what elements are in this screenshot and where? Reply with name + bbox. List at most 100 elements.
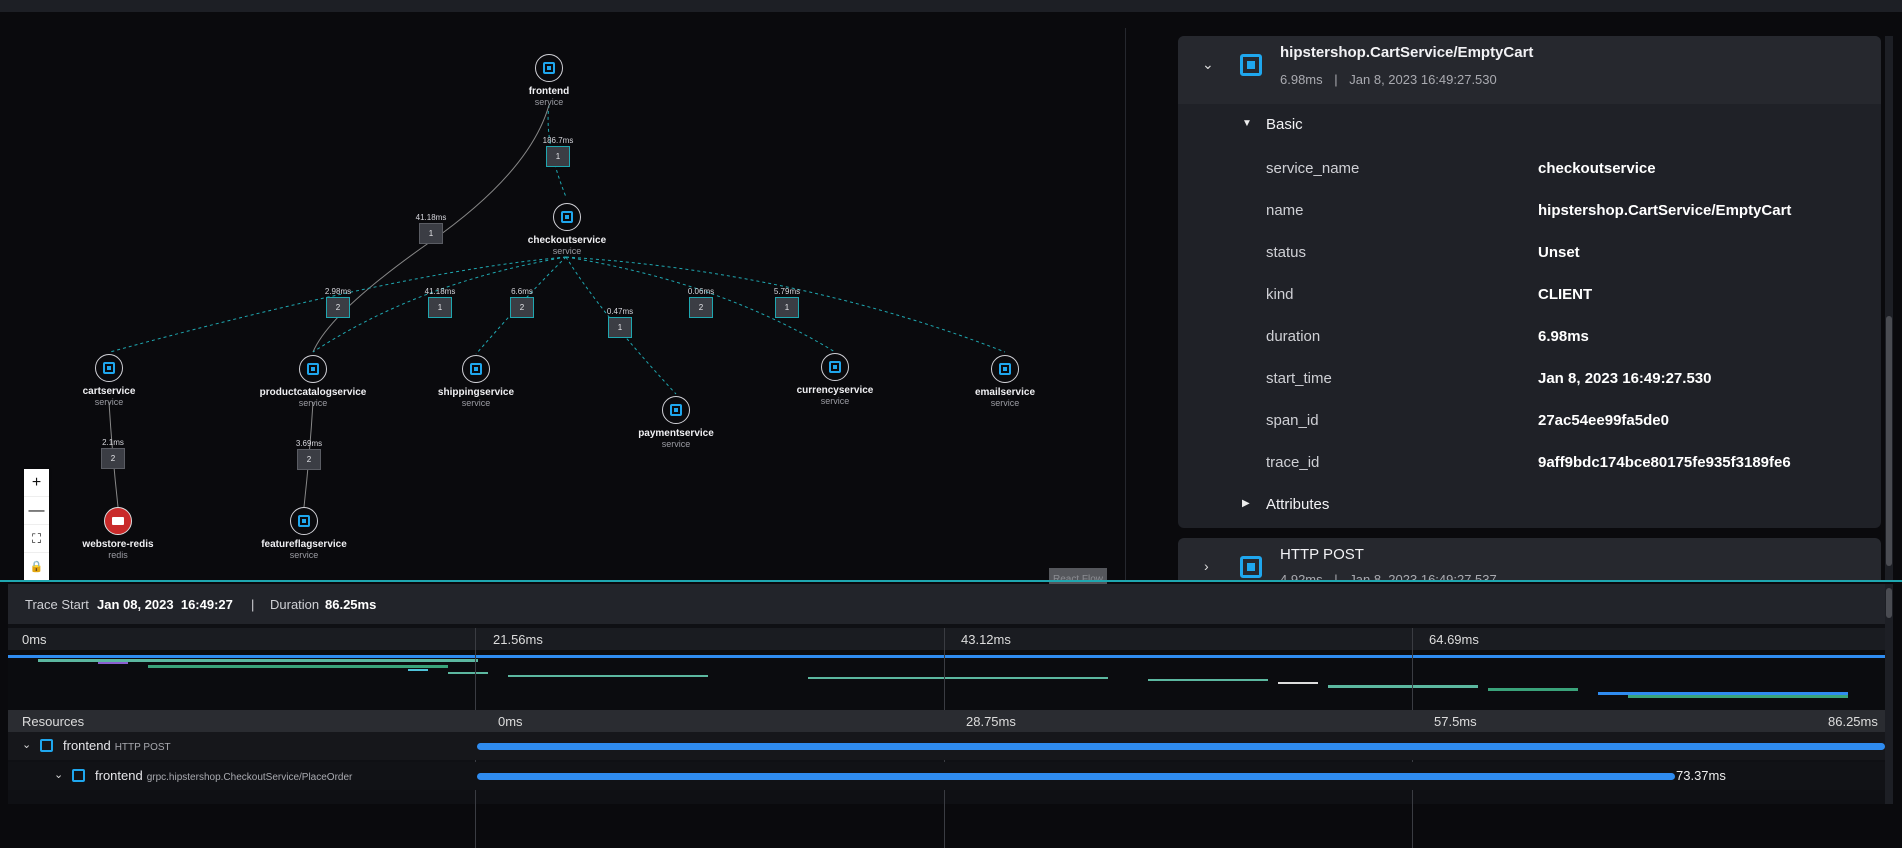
edge-label: 0.47ms [606, 307, 634, 316]
node-name: frontend [528, 86, 570, 97]
service-icon [535, 54, 563, 82]
node-name: featureflagservice [261, 539, 347, 550]
edge-label: 186.7ms [542, 136, 574, 145]
tick-label: 21.56ms [493, 632, 543, 647]
attr-value: 27ac54ee99fa5de0 [1538, 412, 1669, 429]
service-graph[interactable]: frontend service checkoutservice service… [0, 12, 1125, 590]
node-type: service [289, 550, 319, 560]
node-name: emailservice [974, 387, 1036, 398]
meta-separator: | [1334, 72, 1338, 87]
resources-header: Resources 0ms 28.75ms 57.5ms 86.25ms [8, 710, 1885, 732]
panel-scrollbar[interactable] [1885, 36, 1893, 580]
node-cartservice[interactable]: cartservice service [9, 354, 209, 407]
attr-value: Jan 8, 2023 16:49:27.530 [1538, 370, 1712, 387]
attr-value: hipstershop.CartService/EmptyCart [1538, 202, 1792, 219]
attr-row: status Unset [1178, 232, 1881, 274]
row-service: frontend [63, 738, 111, 753]
node-frontend[interactable]: frontend service [449, 54, 649, 107]
resize-handle[interactable] [0, 580, 1902, 582]
node-checkoutservice[interactable]: checkoutservice service [467, 203, 667, 256]
service-icon [462, 355, 490, 383]
attr-key: start_time [1266, 370, 1332, 387]
node-featureflagservice[interactable]: featureflagservice service [204, 507, 404, 560]
zoom-out-button[interactable]: — [24, 497, 49, 525]
tick-label: 64.69ms [1429, 632, 1479, 647]
basic-section-toggle[interactable]: ▼ Basic [1178, 104, 1881, 148]
timeline-scrollbar[interactable] [1885, 584, 1893, 804]
trace-start-value: Jan 08, 2023 16:49:27 [97, 597, 233, 612]
trace-summary: Trace Start Jan 08, 2023 16:49:27 | Dura… [8, 584, 1885, 624]
chevron-down-icon[interactable]: ⌄ [1202, 56, 1214, 73]
edge-count-badge[interactable]: 2 [326, 297, 350, 318]
timeline-row[interactable]: ⌄ frontend grpc.hipstershop.CheckoutServi… [8, 762, 1885, 790]
attributes-section-toggle[interactable]: ▶ Attributes [1178, 484, 1881, 528]
service-icon [553, 203, 581, 231]
attr-row: span_id 27ac54ee99fa5de0 [1178, 400, 1881, 442]
zoom-in-button[interactable]: + [24, 469, 49, 497]
attr-row: kind CLIENT [1178, 274, 1881, 316]
node-name: checkoutservice [527, 235, 607, 246]
attr-key: status [1266, 244, 1307, 261]
attr-row: service_name checkoutservice [1178, 148, 1881, 190]
span-card-collapsed[interactable]: › HTTP POST 4.92ms | Jan 8, 2023 16:49:2… [1178, 538, 1881, 580]
edge-count-badge[interactable]: 2 [297, 449, 321, 470]
span-bar[interactable] [477, 773, 1675, 780]
node-emailservice[interactable]: emailservice service [905, 355, 1105, 408]
node-type: service [534, 97, 564, 107]
redis-icon [104, 507, 132, 535]
attr-key: duration [1266, 328, 1321, 345]
node-name: shippingservice [437, 387, 515, 398]
row-label: frontend HTTP POST [63, 738, 171, 753]
row-label: frontend grpc.hipstershop.CheckoutService… [95, 768, 352, 783]
edge-count-badge[interactable]: 1 [608, 317, 632, 338]
tick-label: 86.25ms [1828, 714, 1878, 729]
span-time: Jan 8, 2023 16:49:27.537 [1349, 572, 1497, 580]
node-type: service [552, 246, 582, 256]
span-meta: 4.92ms | Jan 8, 2023 16:49:27.537 [1280, 572, 1497, 580]
node-shippingservice[interactable]: shippingservice service [376, 355, 576, 408]
graph-controls: + — ⛶ 🔒 [24, 469, 49, 581]
pane-divider[interactable] [1125, 28, 1126, 580]
edge-label: 0.06ms [687, 287, 715, 296]
node-type: service [94, 397, 124, 407]
timeline-row[interactable]: ⌄ frontend HTTP POST [8, 732, 1885, 760]
chevron-down-icon[interactable]: ⌄ [54, 768, 63, 781]
section-label: Attributes [1266, 496, 1330, 513]
summary-separator: | [251, 597, 255, 612]
span-title: HTTP POST [1280, 546, 1364, 563]
scrollbar-thumb[interactable] [1886, 588, 1892, 618]
span-bar[interactable] [477, 743, 1885, 750]
fit-view-button[interactable]: ⛶ [24, 525, 49, 553]
node-name: cartservice [82, 386, 136, 397]
attr-value: checkoutservice [1538, 160, 1656, 177]
edge-label: 41.18ms [424, 287, 456, 296]
row-operation: grpc.hipstershop.CheckoutService/PlaceOr… [146, 772, 353, 783]
chevron-right-icon[interactable]: › [1204, 558, 1209, 574]
tick-label: 43.12ms [961, 632, 1011, 647]
attr-key: service_name [1266, 160, 1360, 177]
edge-count-badge[interactable]: 2 [101, 448, 125, 469]
duration-label: Duration [270, 597, 320, 612]
attr-key: name [1266, 202, 1304, 219]
attr-row: name hipstershop.CartService/EmptyCart [1178, 190, 1881, 232]
edge-count-badge[interactable]: 1 [419, 223, 443, 244]
edge-count-badge[interactable]: 1 [546, 146, 570, 167]
service-icon [95, 354, 123, 382]
minimap-ticks: 0ms 21.56ms 43.12ms 64.69ms [8, 628, 1885, 650]
edge-count-badge[interactable]: 1 [428, 297, 452, 318]
edge-count-badge[interactable]: 2 [689, 297, 713, 318]
chevron-down-icon[interactable]: ⌄ [22, 738, 31, 751]
edge-count-badge[interactable]: 1 [775, 297, 799, 318]
service-icon [662, 396, 690, 424]
scrollbar-thumb[interactable] [1886, 316, 1892, 566]
trace-timeline: Trace Start Jan 08, 2023 16:49:27 | Dura… [8, 584, 1885, 848]
attr-key: kind [1266, 286, 1294, 303]
lock-button[interactable]: 🔒 [24, 553, 49, 581]
span-duration: 6.98ms [1280, 72, 1323, 87]
edge-count-badge[interactable]: 2 [510, 297, 534, 318]
node-type: service [661, 439, 691, 449]
tick-label: 0ms [22, 632, 47, 647]
meta-separator: | [1334, 572, 1338, 580]
span-header[interactable]: ⌄ hipstershop.CartService/EmptyCart 6.98… [1178, 36, 1881, 104]
edge-label: 6.6ms [511, 287, 533, 296]
